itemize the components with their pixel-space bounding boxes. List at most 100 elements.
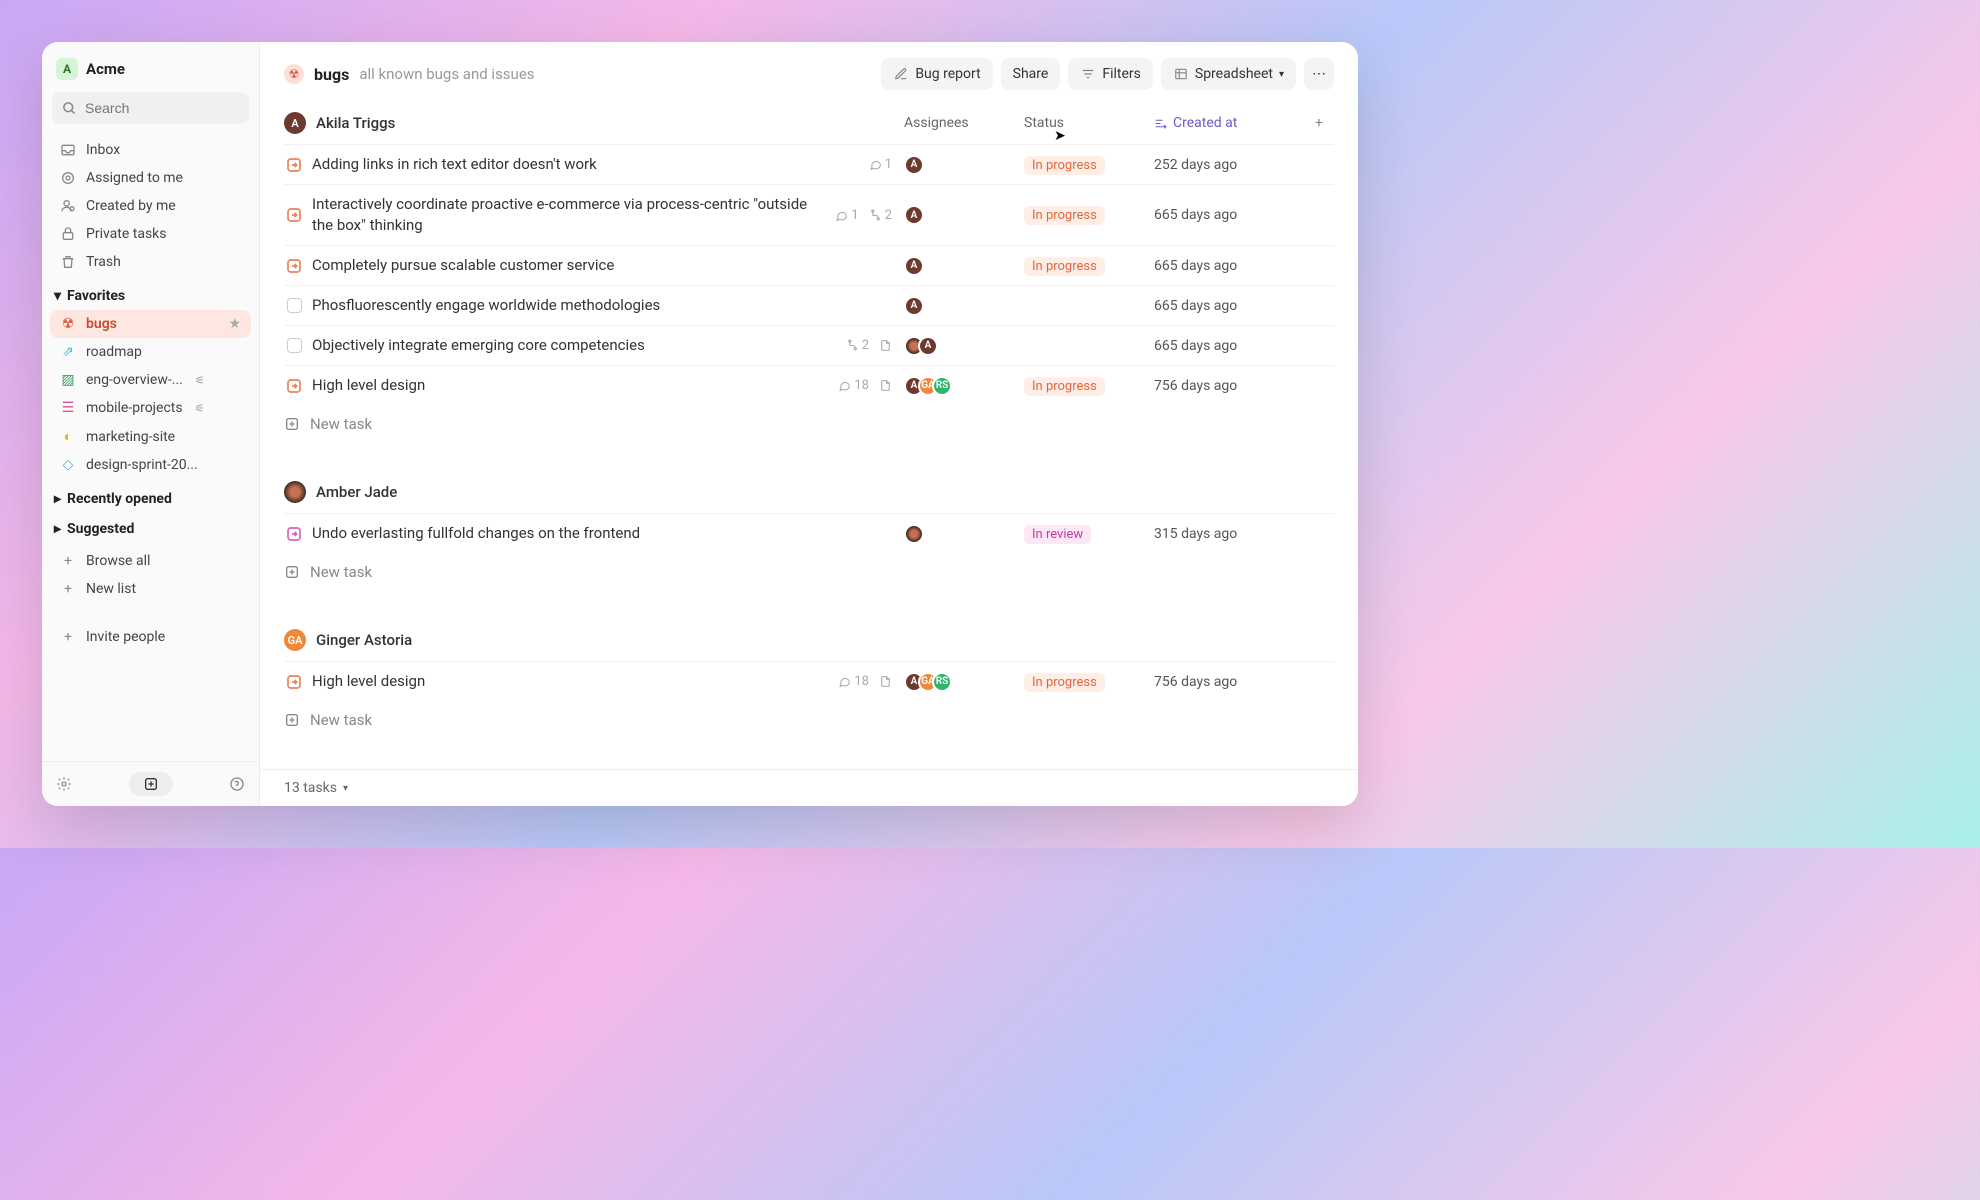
task-count[interactable]: 13 tasks (284, 780, 337, 796)
fav-label: eng-overview-... (86, 372, 183, 388)
assignee-avatar[interactable]: A (904, 296, 924, 316)
section-recently-opened[interactable]: ▸Recently opened (42, 481, 259, 511)
task-row[interactable]: Objectively integrate emerging core comp… (284, 325, 1334, 365)
task-title: Adding links in rich text editor doesn't… (312, 154, 869, 175)
search-field[interactable] (85, 100, 239, 116)
arrow-right-icon (286, 674, 302, 690)
assignee-stack: AGARS (904, 672, 1024, 692)
nav-label: Browse all (86, 553, 150, 569)
assignee-avatar[interactable]: A (904, 155, 924, 175)
new-task-button[interactable]: New task (284, 701, 1334, 739)
filters-button[interactable]: Filters (1068, 58, 1153, 90)
checkbox-icon[interactable] (287, 338, 302, 353)
assignee-avatar[interactable]: RS (932, 672, 952, 692)
task-row[interactable]: Adding links in rich text editor doesn't… (284, 144, 1334, 184)
btn-label: Filters (1102, 66, 1141, 82)
group-header[interactable]: Amber Jade (284, 467, 1334, 513)
btn-label: Spreadsheet (1195, 66, 1273, 82)
sidebar-item-trash[interactable]: Trash (50, 248, 251, 276)
share-button[interactable]: Share (1001, 58, 1061, 90)
group-header[interactable]: AAkila Triggs Assignees Status Created a… (284, 98, 1334, 144)
star-icon[interactable]: ★ (228, 316, 241, 332)
help-icon[interactable] (229, 776, 245, 792)
sidebar-new-list[interactable]: +New list (50, 575, 251, 603)
plus-square-icon (284, 564, 300, 580)
view-switcher-button[interactable]: Spreadsheet▾ (1161, 58, 1296, 90)
new-task-button[interactable]: New task (284, 553, 1334, 591)
section-favorites[interactable]: ▾Favorites (42, 278, 259, 308)
sidebar-invite-people[interactable]: +Invite people (50, 623, 251, 651)
gear-icon[interactable] (56, 776, 72, 792)
column-header-assignees[interactable]: Assignees (904, 115, 1024, 131)
assignee-avatar[interactable]: A (904, 256, 924, 276)
filter-indicator-icon: ⚟ (195, 374, 205, 387)
group-name: Akila Triggs (316, 114, 395, 132)
sidebar-item-bugs[interactable]: ☢bugs★ (50, 310, 251, 338)
sidebar-item-roadmap[interactable]: ⇗roadmap (50, 338, 251, 366)
assignee-avatar[interactable]: A (918, 336, 938, 356)
column-header-created[interactable]: Created at (1154, 115, 1304, 131)
nav-label: New list (86, 581, 136, 597)
task-row[interactable]: Phosfluorescently engage worldwide metho… (284, 285, 1334, 325)
checkbox-icon[interactable] (287, 298, 302, 313)
created-at: 756 days ago (1154, 378, 1334, 394)
task-row[interactable]: High level design 18 AGARS In progress 7… (284, 365, 1334, 405)
sidebar-item-inbox[interactable]: Inbox (50, 136, 251, 164)
assignee-avatar[interactable]: A (904, 205, 924, 225)
created-at: 756 days ago (1154, 674, 1334, 690)
task-row[interactable]: Interactively coordinate proactive e-com… (284, 184, 1334, 245)
task-title: Interactively coordinate proactive e-com… (312, 194, 835, 236)
new-task-button[interactable] (129, 772, 173, 796)
arrow-right-icon (286, 207, 302, 223)
status-badge[interactable]: In progress (1024, 206, 1105, 225)
status-badge[interactable]: In progress (1024, 673, 1105, 692)
sidebar-item-mobile-projects[interactable]: ☰mobile-projects⚟ (50, 394, 251, 422)
new-task-label: New task (310, 711, 372, 729)
assignee-avatar[interactable]: RS (932, 376, 952, 396)
group-header[interactable]: GAGinger Astoria (284, 615, 1334, 661)
inbox-icon (60, 142, 76, 158)
status-badge[interactable]: In progress (1024, 377, 1105, 396)
circle-icon: ◐ (60, 428, 76, 445)
sidebar-item-marketing-site[interactable]: ◐marketing-site (50, 422, 251, 451)
status-badge[interactable]: In review (1024, 525, 1091, 544)
task-row[interactable]: Undo everlasting fullfold changes on the… (284, 513, 1334, 553)
filter-indicator-icon: ⚟ (195, 402, 205, 415)
arrow-right-icon (286, 157, 302, 173)
created-at: 665 days ago (1154, 258, 1334, 274)
search-input[interactable] (52, 92, 249, 124)
sidebar-item-created[interactable]: Created by me (50, 192, 251, 220)
sidebar-item-private[interactable]: Private tasks (50, 220, 251, 248)
assignee-avatar[interactable] (904, 524, 924, 544)
status-badge[interactable]: In progress (1024, 156, 1105, 175)
workspace-switcher[interactable]: A Acme (42, 42, 259, 88)
section-suggested[interactable]: ▸Suggested (42, 511, 259, 541)
comment-count: 18 (838, 674, 869, 689)
nav-label: Assigned to me (86, 170, 183, 186)
sidebar-browse-all[interactable]: +Browse all (50, 547, 251, 575)
subtask-count: 2 (846, 338, 869, 353)
bug-report-button[interactable]: Bug report (881, 58, 992, 90)
column-header-status[interactable]: Status (1024, 115, 1154, 131)
sidebar-item-eng-overview[interactable]: ▨eng-overview-...⚟ (50, 366, 251, 394)
doc-icon (879, 675, 892, 688)
assignee-stack: A (904, 205, 1024, 225)
new-task-button[interactable]: New task (284, 405, 1334, 443)
add-column-button[interactable]: + (1304, 115, 1334, 131)
task-title: High level design (312, 671, 838, 692)
task-row[interactable]: Completely pursue scalable customer serv… (284, 245, 1334, 285)
more-button[interactable]: ⋯ (1304, 58, 1334, 90)
page-title[interactable]: bugs (314, 65, 349, 84)
task-row[interactable]: High level design 18 AGARS In progress 7… (284, 661, 1334, 701)
sidebar-item-design-sprint[interactable]: ◇design-sprint-20... (50, 451, 251, 479)
comment-count: 1 (869, 157, 892, 172)
plus-square-icon (284, 416, 300, 432)
sidebar-item-assigned[interactable]: Assigned to me (50, 164, 251, 192)
sidebar: A Acme Inbox Assigned to me Created by m… (42, 42, 260, 806)
created-at: 665 days ago (1154, 298, 1334, 314)
layers-icon: ☰ (60, 400, 76, 416)
chevron-down-icon[interactable]: ▾ (343, 783, 348, 794)
page-subtitle: all known bugs and issues (359, 65, 534, 83)
status-badge[interactable]: In progress (1024, 257, 1105, 276)
assignee-stack (904, 524, 1024, 544)
